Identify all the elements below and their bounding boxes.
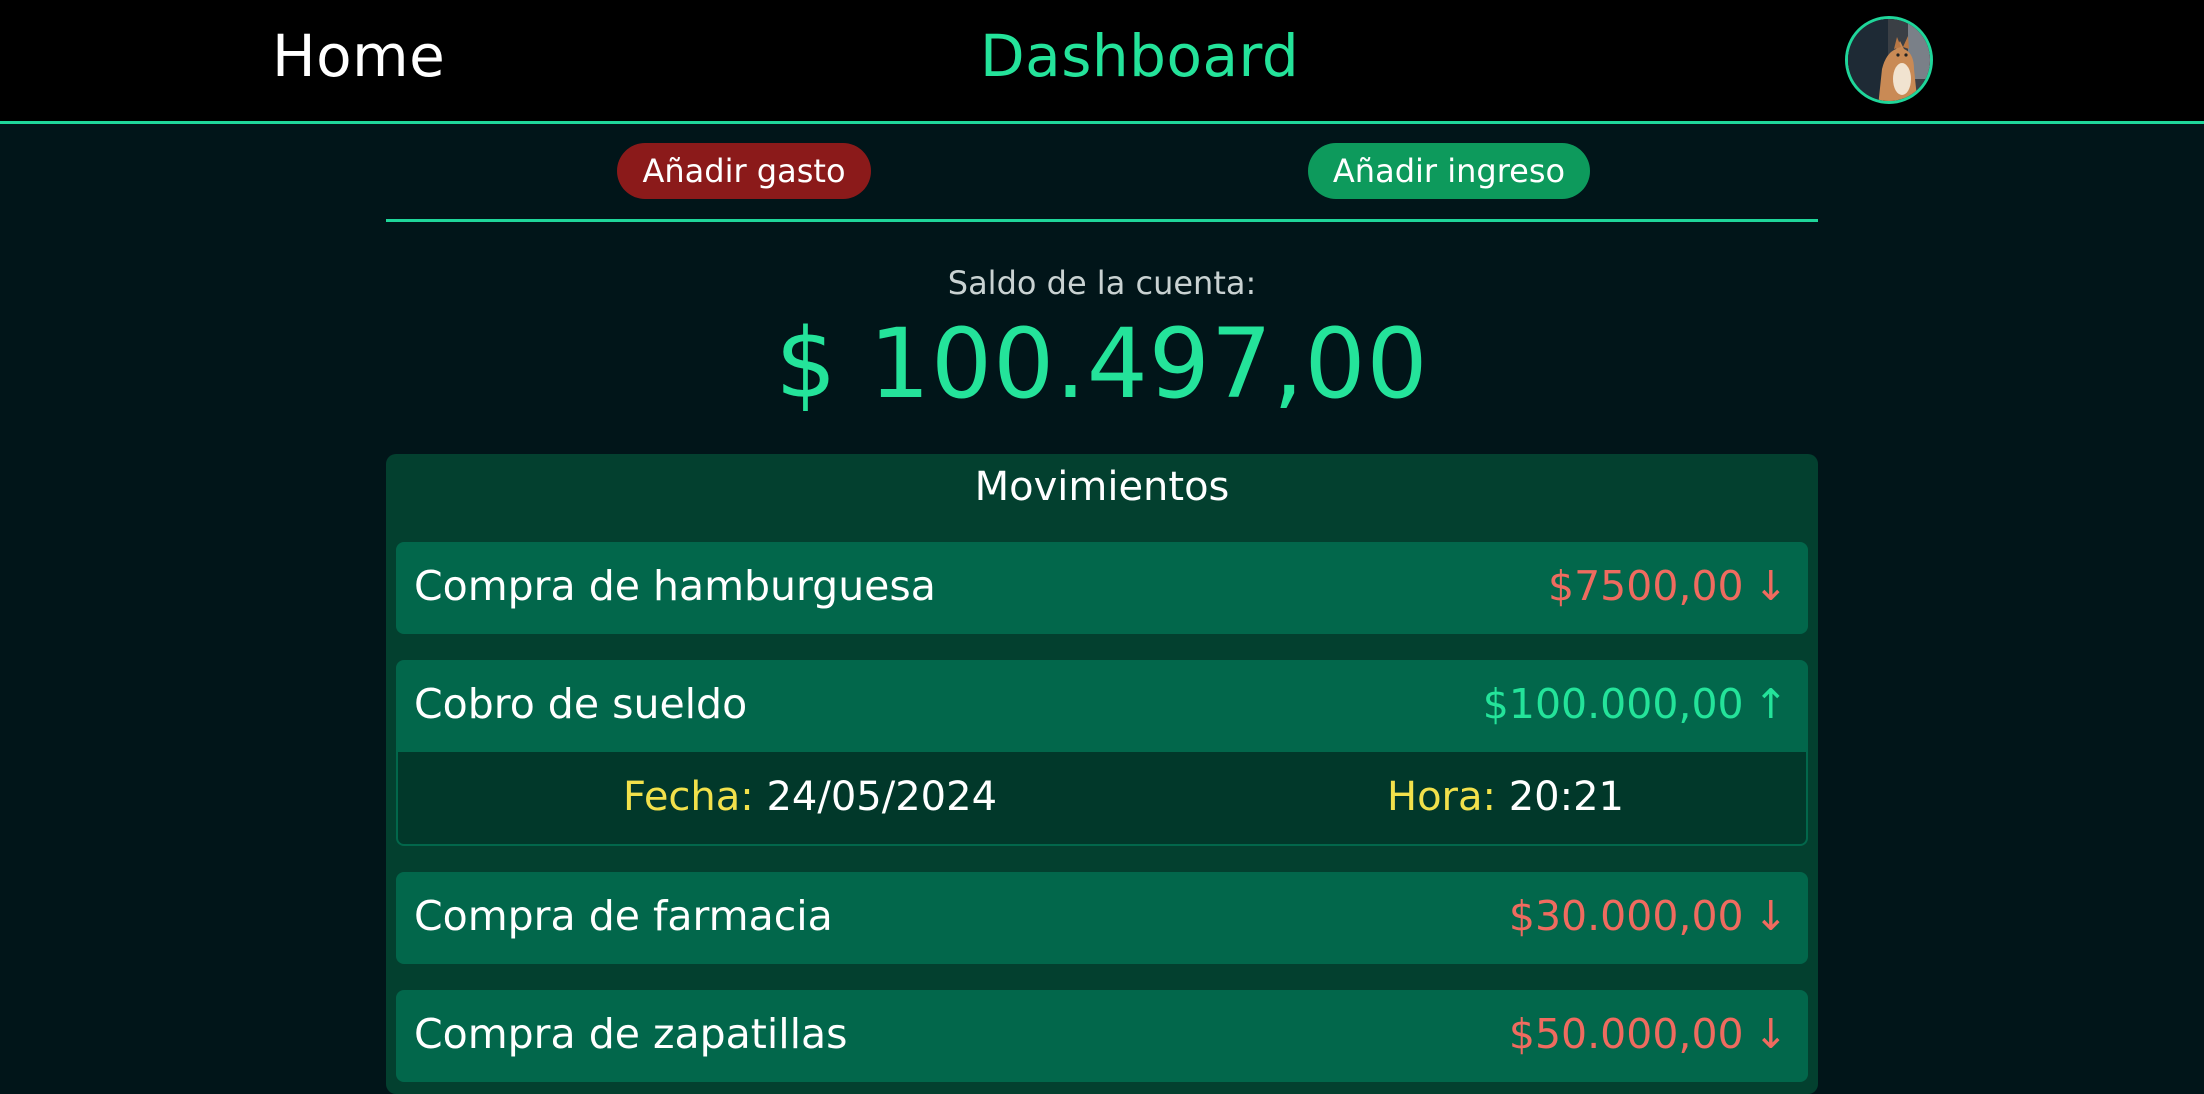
movement-row-header: Compra de zapatillas $50.000,00 ↓ [396,990,1808,1082]
movement-row[interactable]: Compra de zapatillas $50.000,00 ↓ [396,990,1808,1082]
date-label: Fecha: [623,774,754,820]
movement-amount-value: $100.000,00 [1482,680,1744,728]
movement-name: Compra de farmacia [414,892,833,940]
movement-name: Compra de zapatillas [414,1010,848,1058]
time-label: Hora: [1387,774,1496,820]
movement-row[interactable]: Compra de farmacia $30.000,00 ↓ [396,872,1808,964]
movement-name: Compra de hamburguesa [414,562,936,610]
movement-row[interactable]: Compra de hamburguesa $7500,00 ↓ [396,542,1808,634]
date-value: 24/05/2024 [766,774,998,820]
add-income-button[interactable]: Añadir ingreso [1308,143,1590,199]
movement-name: Cobro de sueldo [414,680,748,728]
arrow-up-icon: ↑ [1753,680,1788,728]
movement-row-expanded[interactable]: Cobro de sueldo $100.000,00 ↑ Fecha: 24/0… [396,660,1808,846]
nav-home-link[interactable]: Home [272,22,445,90]
time-value: 20:21 [1508,774,1624,820]
movement-amount-value: $50.000,00 [1508,1010,1744,1058]
movement-details: Fecha: 24/05/2024 Hora: 20:21 [398,752,1806,844]
movements-title: Movimientos [974,464,1230,510]
action-bar: Añadir gasto Añadir ingreso [386,124,1818,222]
movement-amount-value: $30.000,00 [1508,892,1744,940]
movements-panel: Movimientos Compra de hamburguesa $7500,… [386,454,1818,1094]
top-navbar: Home Dashboard [0,0,2204,124]
movement-row-header: Compra de farmacia $30.000,00 ↓ [396,872,1808,964]
balance-value: $ 100.497,00 [775,308,1429,420]
balance-label: Saldo de la cuenta: [947,264,1257,302]
avatar[interactable] [1845,16,1933,104]
movement-time: Hora: 20:21 [1387,774,1624,820]
movement-row-header: Cobro de sueldo $100.000,00 ↑ [396,660,1808,752]
movement-amount: $7500,00 ↓ [1548,562,1788,610]
arrow-down-icon: ↓ [1753,1010,1788,1058]
movement-amount: $50.000,00 ↓ [1509,1010,1788,1058]
movement-amount: $30.000,00 ↓ [1509,892,1788,940]
movement-date: Fecha: 24/05/2024 [623,774,997,820]
arrow-down-icon: ↓ [1753,562,1788,610]
add-expense-button[interactable]: Añadir gasto [617,143,871,199]
arrow-down-icon: ↓ [1753,892,1788,940]
movement-amount: $100.000,00 ↑ [1483,680,1788,728]
movement-amount-value: $7500,00 [1548,562,1744,610]
avatar-photo-icon [1848,19,1930,101]
nav-dashboard-link[interactable]: Dashboard [980,22,1299,90]
movement-row-header: Compra de hamburguesa $7500,00 ↓ [396,542,1808,634]
